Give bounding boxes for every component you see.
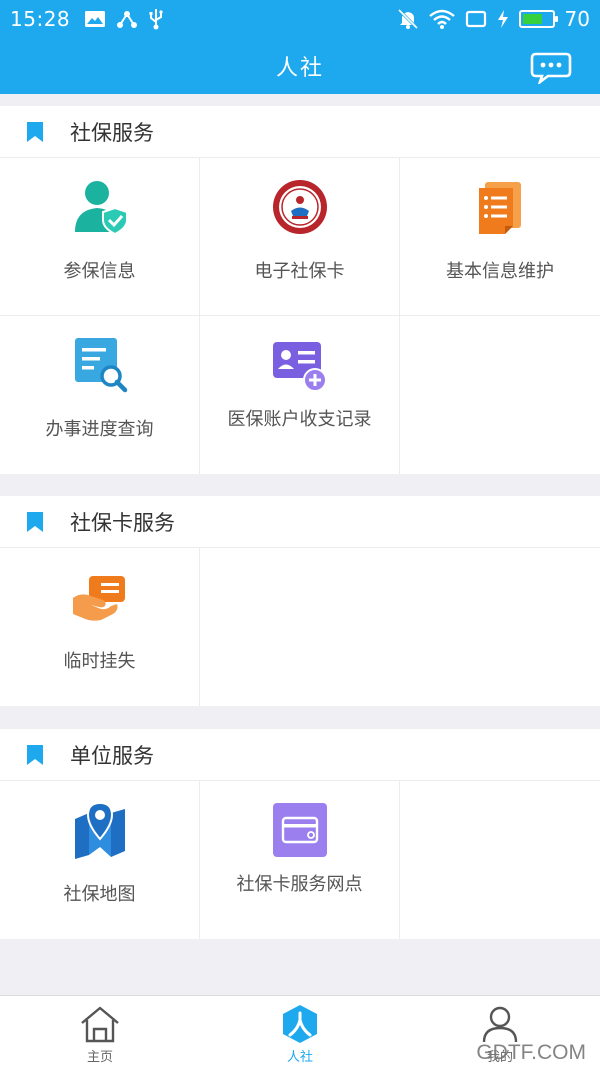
tab-home[interactable]: 主页 bbox=[0, 996, 200, 1067]
card-report-loss-icon bbox=[72, 576, 125, 621]
service-grid: 社保地图 社保卡服务网点 bbox=[0, 781, 600, 939]
empty-cell bbox=[400, 781, 600, 939]
bookmark-icon bbox=[27, 121, 43, 142]
watermark: GDTF.COM bbox=[476, 1041, 586, 1064]
document-list-icon bbox=[479, 182, 521, 234]
charging-icon bbox=[497, 10, 508, 28]
section-header: 社保卡服务 bbox=[0, 496, 600, 548]
empty-cell bbox=[400, 316, 600, 474]
home-icon bbox=[81, 1006, 119, 1043]
search-document-icon bbox=[74, 338, 127, 393]
service-item-service-point[interactable]: 社保卡服务网点 bbox=[200, 781, 400, 939]
service-label: 办事进度查询 bbox=[45, 419, 154, 440]
battery-fill bbox=[522, 14, 543, 24]
status-bar: 15:28 70 bbox=[0, 0, 600, 38]
service-item-map[interactable]: 社保地图 bbox=[0, 781, 200, 939]
service-label: 基本信息维护 bbox=[446, 261, 554, 282]
status-time: 15:28 bbox=[10, 7, 71, 31]
section-unit-service: 单位服务 社保地图 社保卡服务网点 bbox=[0, 729, 600, 939]
chat-button[interactable] bbox=[530, 50, 574, 86]
service-label: 临时挂失 bbox=[63, 651, 136, 672]
person-icon bbox=[482, 1006, 518, 1043]
service-label: 电子社保卡 bbox=[254, 261, 345, 282]
medical-account-icon bbox=[272, 342, 327, 392]
empty-cell bbox=[400, 548, 600, 706]
section-card-service: 社保卡服务 临时挂失 bbox=[0, 496, 600, 706]
social-security-card-icon bbox=[272, 180, 327, 234]
battery-indicator bbox=[518, 10, 558, 28]
tab-renshe[interactable]: 人社 bbox=[200, 996, 400, 1067]
service-item-medical-account[interactable]: 医保账户收支记录 bbox=[200, 316, 400, 474]
service-item-progress-query[interactable]: 办事进度查询 bbox=[0, 316, 200, 474]
section-title: 社保卡服务 bbox=[70, 510, 175, 535]
service-item-basic-info[interactable]: 基本信息维护 bbox=[400, 158, 600, 316]
empty-cell bbox=[200, 548, 400, 706]
chat-bubble-icon bbox=[530, 52, 572, 86]
section-header: 单位服务 bbox=[0, 729, 600, 781]
status-left-icons bbox=[84, 8, 164, 30]
content-area: 社保服务 参保信息 电子社保卡 基本信息维护 办事进度查询 医保账户收支记录 社… bbox=[0, 94, 600, 995]
page-title: 人社 bbox=[275, 56, 324, 81]
section-header: 社保服务 bbox=[0, 106, 600, 158]
share-icon bbox=[117, 11, 138, 28]
mute-icon bbox=[397, 8, 418, 30]
service-label: 参保信息 bbox=[63, 261, 136, 282]
wifi-icon bbox=[428, 9, 455, 29]
battery-percent: 70 bbox=[564, 7, 590, 31]
insured-person-icon bbox=[74, 181, 128, 236]
service-label: 医保账户收支记录 bbox=[227, 409, 372, 430]
section-title: 社保服务 bbox=[70, 120, 154, 145]
renshe-icon bbox=[283, 1005, 317, 1043]
service-grid: 参保信息 电子社保卡 基本信息维护 办事进度查询 医保账户收支记录 bbox=[0, 158, 600, 474]
map-pin-icon bbox=[74, 801, 125, 859]
service-label: 社保卡服务网点 bbox=[236, 874, 363, 895]
bookmark-icon bbox=[27, 511, 43, 532]
bookmark-icon bbox=[27, 744, 43, 765]
section-title: 单位服务 bbox=[70, 743, 154, 768]
service-item-e-card[interactable]: 电子社保卡 bbox=[200, 158, 400, 316]
screen-icon bbox=[465, 10, 486, 28]
tab-label: 主页 bbox=[86, 1050, 113, 1065]
tab-label: 人社 bbox=[286, 1050, 313, 1065]
service-grid: 临时挂失 bbox=[0, 548, 600, 706]
gallery-icon bbox=[85, 11, 106, 27]
service-item-report-loss[interactable]: 临时挂失 bbox=[0, 548, 200, 706]
title-bar: 人社 bbox=[0, 38, 600, 94]
service-item-insured-info[interactable]: 参保信息 bbox=[0, 158, 200, 316]
usb-icon bbox=[149, 9, 163, 30]
card-service-point-icon bbox=[272, 803, 327, 857]
status-right-icons: 70 bbox=[397, 7, 590, 31]
section-social-insurance: 社保服务 参保信息 电子社保卡 基本信息维护 办事进度查询 医保账户收支记录 bbox=[0, 106, 600, 474]
service-label: 社保地图 bbox=[63, 884, 136, 905]
